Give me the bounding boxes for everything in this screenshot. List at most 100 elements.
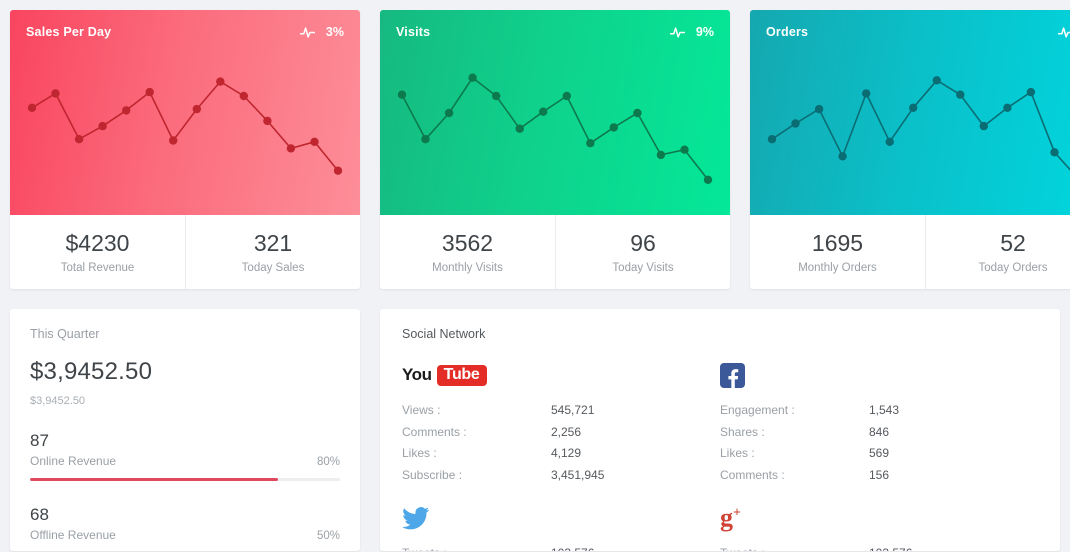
bottom-row: This Quarter $3,9452.50 $3,9452.50 87 On… <box>10 309 1060 551</box>
sparkline-chart-visits <box>397 73 713 184</box>
twitter-logo[interactable] <box>402 506 430 530</box>
stat-key: Comments : <box>720 467 785 482</box>
quarter-title: This Quarter <box>30 327 100 341</box>
stat-key: Tweets : <box>402 543 551 551</box>
youtube-logo[interactable]: You Tube <box>402 364 487 386</box>
revenue-block-offline: 68 Offline Revenue 50% <box>30 505 340 552</box>
youtube-logo-you: You <box>402 365 432 384</box>
stat-value: 545,721 <box>551 403 595 417</box>
pulse-icon <box>299 26 316 39</box>
footer-stat: 321 Today Sales <box>185 215 360 289</box>
footer-stat: 96 Today Visits <box>555 215 730 289</box>
stat-value: 156 <box>869 467 890 482</box>
card-title: Sales Per Day <box>26 25 112 39</box>
footer-stat-label: Today Visits <box>612 261 674 274</box>
network-block-googleplus: g+ Tweets : 103,576 <box>720 502 1018 552</box>
revenue-label: Online Revenue <box>30 454 117 468</box>
card-percent: 3% <box>325 25 344 39</box>
card-meta: 3% <box>299 25 344 39</box>
progress-bar-online <box>30 478 340 481</box>
stat-key: Engagement : <box>720 403 795 417</box>
card-graph-visits: Visits 9% <box>380 10 730 215</box>
twitter-logo-row <box>402 502 700 534</box>
stat-value: 1,543 <box>869 403 900 417</box>
stat-value: 2,256 <box>551 424 582 439</box>
footer-stat-value: 3562 <box>441 230 494 257</box>
stat-row: Comments : 2,256 <box>402 422 700 444</box>
card-graph-sales: Sales Per Day 3% <box>10 10 360 215</box>
footer-stat-label: Total Revenue <box>60 261 135 274</box>
card-footer-visits: 3562 Monthly Visits 96 Today Visits <box>380 215 730 289</box>
social-network-title: Social Network <box>402 327 486 341</box>
googleplus-logo-row: g+ <box>720 502 1018 534</box>
youtube-logo-row: You Tube <box>402 359 700 391</box>
stat-row: Likes : 569 <box>720 443 1018 465</box>
revenue-block-online: 87 Online Revenue 80% <box>30 431 340 481</box>
stat-row: Tweets : 103,576 <box>402 543 700 551</box>
stat-key: Likes : <box>402 446 437 460</box>
youtube-logo-tube: Tube <box>436 364 487 386</box>
card-title: Visits <box>396 25 431 39</box>
youtube-stats: Views : 545,721 Comments : 2,256 Likes :… <box>402 400 700 486</box>
social-network-card: Social Network You Tube Views: 545,721 … <box>380 309 1060 551</box>
footer-stat: $4230 Total Revenue <box>10 215 185 289</box>
footer-stat-label: Monthly Visits <box>432 261 503 274</box>
stat-value: 103,576 <box>869 543 912 551</box>
revenue-line: Offline Revenue 50% <box>30 528 340 542</box>
stat-row: Views : 545,721 <box>402 400 700 422</box>
sparkline-chart-sales <box>27 77 343 175</box>
card-footer-sales: $4230 Total Revenue 321 Today Sales <box>10 215 360 289</box>
facebook-f-icon <box>727 368 738 388</box>
card-title: Orders <box>766 25 809 39</box>
social-column-right: Engagement : 1,543 Shares : 846 Likes : … <box>720 359 1038 551</box>
twitter-bird-icon <box>402 507 430 530</box>
stat-row: Tweets : 103,576 <box>720 543 1018 551</box>
stat-card-visits[interactable]: Visits 9% 3562 Monthly Visits 96 Today V… <box>380 10 730 289</box>
facebook-logo-row <box>720 359 1018 391</box>
stat-row: Likes : 4,129 <box>402 443 700 465</box>
footer-stat: 1695 Monthly Orders <box>750 215 925 289</box>
stat-key: Views : <box>402 403 441 417</box>
stat-row: Engagement : 1,543 <box>720 400 1018 422</box>
revenue-percent: 80% <box>316 456 340 468</box>
stat-key: Shares : <box>720 424 765 439</box>
social-column-left: You Tube Views : 545,721 Comments : 2,25… <box>402 359 720 551</box>
card-meta: 9% <box>669 25 714 39</box>
stat-cards-row: Sales Per Day 3% $4230 Total Revenue 321… <box>10 10 1070 289</box>
footer-stat-label: Today Sales <box>241 261 305 274</box>
card-meta <box>1057 26 1070 39</box>
revenue-number: 87 <box>30 431 49 450</box>
quarter-amount: $3,9452.50 <box>30 358 153 385</box>
social-grid: You Tube Views : 545,721 Comments : 2,25… <box>402 359 1038 551</box>
pulse-icon <box>1057 26 1070 39</box>
stat-value: 103,576 <box>551 543 594 551</box>
googleplus-stats: Tweets : 103,576 <box>720 543 1018 551</box>
stat-card-sales[interactable]: Sales Per Day 3% $4230 Total Revenue 321… <box>10 10 360 289</box>
card-footer-orders: 1695 Monthly Orders 52 Today Orders <box>750 215 1070 289</box>
stat-key: Tweets : <box>720 543 869 551</box>
footer-stat-value: 321 <box>253 230 293 257</box>
stat-value: 846 <box>869 424 890 439</box>
pulse-icon <box>669 26 686 39</box>
revenue-number: 68 <box>30 505 49 524</box>
googleplus-logo-g: g <box>720 503 733 532</box>
card-graph-orders: Orders <box>750 10 1070 215</box>
googleplus-logo[interactable]: g+ <box>720 505 741 531</box>
footer-stat-value: 1695 <box>811 230 864 257</box>
sparkline-chart-orders <box>767 76 1070 215</box>
dashboard-page: Sales Per Day 3% $4230 Total Revenue 321… <box>0 0 1070 552</box>
network-block-youtube: You Tube Views : 545,721 Comments : 2,25… <box>402 359 700 486</box>
footer-stat: 52 Today Orders <box>925 215 1070 289</box>
progress-bar-fill <box>30 478 278 481</box>
stat-row: Shares : 846 <box>720 422 1018 444</box>
stat-key: Likes : <box>720 446 755 460</box>
stat-card-orders[interactable]: Orders 1695 Monthly Orders 52 Today Orde… <box>750 10 1070 289</box>
stat-value: 4,129 <box>551 446 582 460</box>
stat-row: Subscribe : 3,451,945 <box>402 465 700 487</box>
revenue-label: Offline Revenue <box>30 528 116 542</box>
network-block-twitter: Tweets : 103,576 <box>402 502 700 551</box>
footer-stat-label: Monthly Orders <box>798 261 877 274</box>
footer-stat-value: 52 <box>1000 230 1026 257</box>
facebook-logo[interactable] <box>720 362 745 388</box>
footer-stat-value: $4230 <box>65 230 130 257</box>
